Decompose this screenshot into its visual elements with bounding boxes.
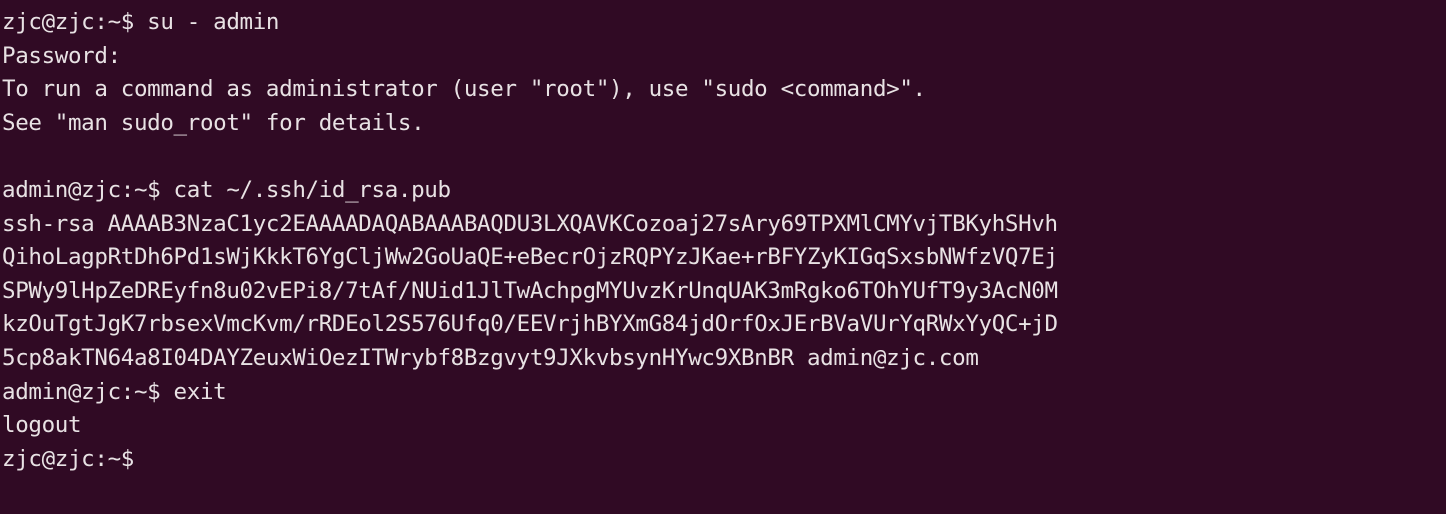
terminal-line-prompt-exit: admin@zjc:~$ exit xyxy=(2,378,227,405)
terminal-line-ssh-key-4: kzOuTgtJgK7rbsexVmcKvm/rRDEol2S576Ufq0/E… xyxy=(2,311,1058,338)
terminal-window[interactable]: zjc@zjc:~$ su - admin Password: To run a… xyxy=(0,0,1446,514)
terminal-line-prompt-final: zjc@zjc:~$ xyxy=(2,445,134,472)
terminal-line-sudo-notice-2: See "man sudo_root" for details. xyxy=(2,109,425,136)
terminal-line-ssh-key-3: SPWy9lHpZeDREyfn8u02vEPi8/7tAf/NUid1JlTw… xyxy=(2,277,1058,304)
terminal-line-prompt-cat: admin@zjc:~$ cat ~/.ssh/id_rsa.pub xyxy=(2,176,451,203)
terminal-line-ssh-key-5: 5cp8akTN64a8I04DAYZeuxWiOezITWrybf8Bzgvy… xyxy=(2,344,979,371)
terminal-line-ssh-key-2: QihoLagpRtDh6Pd1sWjKkkT6YgCljWw2GoUaQE+e… xyxy=(2,244,1058,271)
terminal-line-password-prompt: Password: xyxy=(2,42,121,69)
terminal-line-sudo-notice-1: To run a command as administrator (user … xyxy=(2,76,926,103)
terminal-line-ssh-key-1: ssh-rsa AAAAB3NzaC1yc2EAAAADAQABAAABAQDU… xyxy=(2,210,1058,237)
terminal-line-logout-output: logout xyxy=(2,412,82,439)
terminal-line-prompt-su: zjc@zjc:~$ su - admin xyxy=(2,9,280,35)
